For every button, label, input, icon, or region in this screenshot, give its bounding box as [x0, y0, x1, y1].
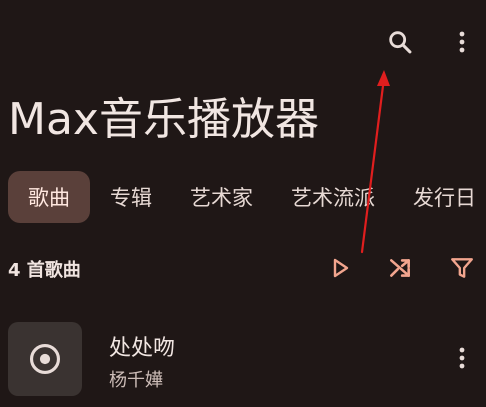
album-art [8, 322, 82, 396]
tab-release-date[interactable]: 发行日 [395, 171, 486, 223]
play-icon [333, 258, 349, 278]
song-more-button[interactable] [442, 338, 482, 378]
tab-genres[interactable]: 艺术流派 [273, 171, 393, 223]
shuffle-icon [390, 259, 410, 277]
top-app-bar [0, 20, 486, 64]
disc-icon [29, 343, 61, 375]
library-tabs: 歌曲 专辑 艺术家 艺术流派 发行日 [8, 171, 486, 223]
song-artist: 杨千嬅 [109, 370, 163, 391]
tab-songs[interactable]: 歌曲 [8, 171, 90, 223]
page-title: Max音乐播放器 [8, 94, 319, 145]
search-button[interactable] [380, 22, 420, 62]
tab-albums[interactable]: 专辑 [92, 171, 170, 223]
filter-icon [451, 258, 473, 278]
more-vert-icon [459, 31, 465, 53]
filter-button[interactable] [442, 248, 482, 288]
song-count-label: 4 首歌曲 [8, 260, 81, 281]
shuffle-button[interactable] [380, 248, 420, 288]
song-title: 处处吻 [109, 336, 176, 361]
tab-artists[interactable]: 艺术家 [172, 171, 271, 223]
arrowhead-icon [377, 70, 390, 86]
songs-header-row: 4 首歌曲 [8, 248, 486, 292]
more-vert-icon [459, 347, 465, 369]
music-library-screen: Max音乐播放器 歌曲 专辑 艺术家 艺术流派 发行日 4 首歌曲 处处吻 杨千… [0, 0, 486, 407]
play-all-button[interactable] [320, 248, 360, 288]
list-item[interactable]: 处处吻 杨千嬅 [8, 320, 486, 400]
search-icon [389, 31, 412, 54]
more-options-button[interactable] [442, 22, 482, 62]
